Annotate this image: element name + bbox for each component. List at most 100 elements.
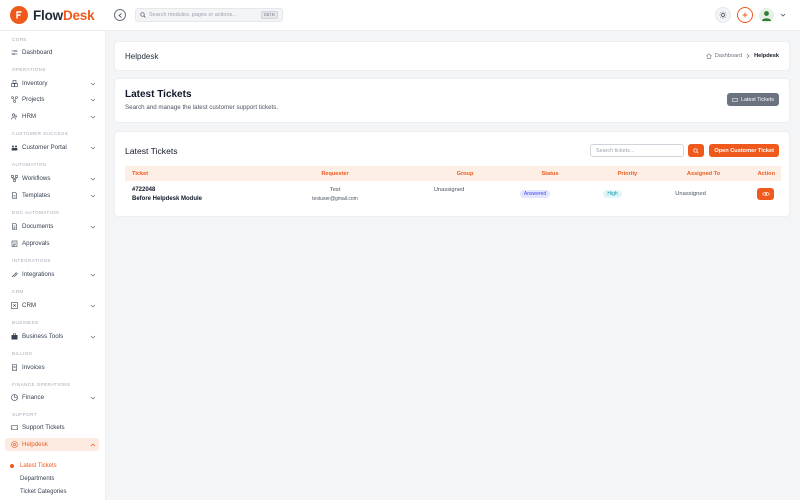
group-cell: Unassigned (433, 187, 465, 193)
sidebar-item-workflows[interactable]: Workflows (5, 172, 99, 185)
search-shortcut: Ctrl K (260, 11, 278, 19)
sidebar-item-label: Support Tickets (22, 424, 65, 431)
top-right-actions (715, 7, 786, 23)
sidebar-item-label: HRM (22, 113, 37, 120)
breadcrumb-home-link[interactable]: Dashboard (715, 53, 742, 59)
table-row[interactable]: #722048 Before Helpdesk Module Test test… (125, 182, 781, 210)
sidebar-item-label: Finance (22, 394, 45, 401)
tickets-card: Latest Tickets Search tickets... Open Cu… (114, 131, 790, 217)
column-header-priority[interactable]: Priority (595, 171, 660, 177)
intro-subtitle: Search and manage the latest customer su… (125, 104, 279, 111)
theme-toggle-button[interactable] (715, 7, 731, 23)
sidebar-item-hrm[interactable]: HRM (5, 110, 99, 123)
sidebar-subitem-label: Latest Tickets (20, 462, 57, 469)
latest-tickets-button[interactable]: Latest Tickets (727, 93, 779, 106)
column-header-action[interactable]: Action (747, 171, 781, 177)
brand-name: FlowDesk (33, 7, 95, 23)
logo-icon (10, 6, 28, 24)
brand-name-part1: Flow (33, 7, 63, 23)
page-header-card: Helpdesk Dashboard Helpdesk (114, 41, 790, 71)
sidebar-item-support-tickets[interactable]: Support Tickets (5, 421, 99, 434)
brand-name-part2: Desk (62, 7, 95, 23)
sidebar-item-projects[interactable]: Projects (5, 93, 99, 106)
requester-email: testuser@gmail.com (312, 196, 358, 202)
chevron-down-icon (89, 80, 96, 87)
square-x-icon (11, 302, 18, 309)
column-header-assigned-to[interactable]: Assigned To (660, 171, 747, 177)
sidebar-item-label: Helpdesk (22, 441, 48, 448)
view-ticket-button[interactable] (757, 188, 774, 200)
sidebar-item-label: Inventory (22, 80, 48, 87)
sidebar-subitem-ticket-categories[interactable]: Ticket Categories (10, 486, 100, 497)
sidebar-item-helpdesk[interactable]: Helpdesk (5, 438, 99, 451)
sidebar-item-crm[interactable]: CRM (5, 299, 99, 312)
sidebar-item-label: Customer Portal (22, 144, 67, 151)
arrow-left-icon (117, 12, 122, 18)
brand[interactable]: FlowDesk (10, 5, 95, 25)
sidebar-subitem-departments[interactable]: Departments (10, 473, 100, 484)
network-icon (11, 96, 18, 103)
open-customer-ticket-button[interactable]: Open Customer Ticket (709, 144, 779, 157)
section-label-doc-automation: DOC AUTOMATION (12, 210, 60, 215)
column-header-requester[interactable]: Requester (245, 171, 425, 177)
global-search-input[interactable]: Search modules, pages or actions... Ctrl… (135, 8, 283, 22)
pie-chart-icon (11, 394, 18, 401)
sidebar-item-label: CRM (22, 302, 37, 309)
section-label-operations: OPERATIONS (12, 67, 46, 72)
top-bar: FlowDesk Search modules, pages or action… (0, 0, 800, 31)
status-badge: Answered (519, 190, 551, 198)
sidebar-item-label: Templates (22, 192, 51, 199)
sidebar-item-approvals[interactable]: Approvals (5, 237, 99, 250)
sidebar-item-templates[interactable]: Templates (5, 189, 99, 202)
active-dot-icon (10, 463, 14, 468)
sidebar-item-dashboard[interactable]: Dashboard (5, 46, 99, 59)
chevron-down-icon (89, 271, 96, 278)
sidebar-item-invoices[interactable]: Invoices (5, 361, 99, 374)
section-label-integrations: INTEGRATIONS (12, 258, 51, 263)
section-label-billing: BILLING (12, 351, 33, 356)
users-icon (11, 113, 18, 120)
sidebar-item-integrations[interactable]: Integrations (5, 268, 99, 281)
clipboard-icon (11, 240, 18, 247)
chevron-down-icon[interactable] (780, 12, 786, 18)
ticket-icon (732, 97, 738, 102)
ticket-cell: #722048 Before Helpdesk Module (132, 187, 202, 202)
ticket-subject: Before Helpdesk Module (132, 196, 203, 202)
sidebar-item-business-tools[interactable]: Business Tools (5, 330, 99, 343)
column-header-status[interactable]: Status (505, 171, 595, 177)
user-avatar[interactable] (759, 7, 774, 23)
sidebar-item-finance[interactable]: Finance (5, 391, 99, 404)
section-label-automation: AUTOMATION (12, 162, 47, 167)
sidebar-item-inventory[interactable]: Inventory (5, 77, 99, 90)
requester-name: Test (329, 187, 341, 193)
search-icon (140, 12, 146, 18)
ticket-id[interactable]: #722048 (132, 187, 202, 193)
sidebar-toggle-button[interactable] (114, 9, 126, 21)
column-header-ticket[interactable]: Ticket (125, 171, 245, 177)
inactive-dot-icon (10, 477, 14, 481)
chevron-down-icon (89, 113, 96, 120)
section-label-customer-success: CUSTOMER SUCCESS (12, 131, 69, 136)
sidebar-subitem-label: Departments (20, 475, 55, 482)
plug-icon (11, 271, 18, 278)
assigned-to-cell: Unassigned (675, 191, 706, 197)
users-group-icon (11, 144, 18, 151)
page-title: Helpdesk (125, 52, 159, 61)
sidebar-item-label: Approvals (22, 240, 50, 247)
sidebar-item-label: Projects (22, 96, 45, 103)
ticket-search-button[interactable] (688, 144, 704, 157)
chevron-down-icon (89, 96, 96, 103)
document-icon (11, 223, 18, 230)
workflow-icon (11, 175, 18, 182)
sidebar-item-label: Documents (22, 223, 54, 230)
sidebar-item-documents[interactable]: Documents (5, 220, 99, 233)
ticket-search-input[interactable]: Search tickets... (590, 144, 684, 157)
sidebar-item-customer-portal[interactable]: Customer Portal (5, 141, 99, 154)
column-header-group[interactable]: Group (425, 171, 505, 177)
add-button[interactable] (737, 7, 753, 23)
breadcrumb: Dashboard Helpdesk (706, 53, 779, 59)
status-cell: Answered (490, 190, 580, 198)
chevron-down-icon (89, 302, 96, 309)
sun-icon (719, 11, 727, 19)
sidebar-subitem-latest-tickets[interactable]: Latest Tickets (10, 460, 100, 471)
